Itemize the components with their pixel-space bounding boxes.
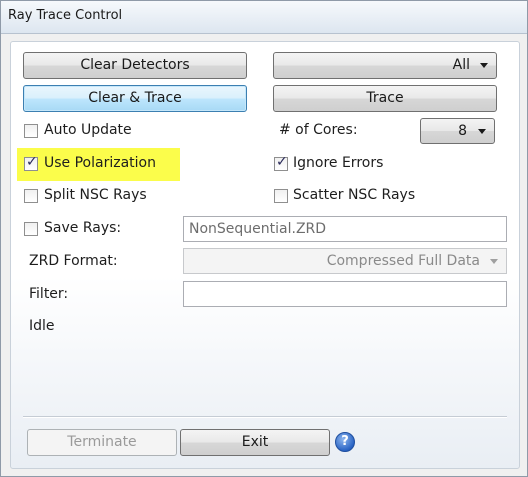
check-icon: ✓ <box>26 154 38 170</box>
cores-label: # of Cores: <box>279 122 358 138</box>
split-nsc-rays-checkbox[interactable] <box>24 189 38 203</box>
zrd-format-value: Compressed Full Data <box>326 253 480 269</box>
title-bar[interactable]: Ray Trace Control <box>1 1 527 34</box>
detector-select-value: All <box>452 57 470 73</box>
zrd-format-label: ZRD Format: <box>29 253 118 269</box>
auto-update-checkbox[interactable] <box>24 124 38 138</box>
save-rays-filename-input[interactable]: NonSequential.ZRD <box>183 216 507 242</box>
check-icon: ✓ <box>276 154 288 170</box>
detector-select-dropdown[interactable]: All <box>273 52 497 79</box>
cores-value: 8 <box>458 123 467 139</box>
ray-trace-control-window: Ray Trace Control Clear Detectors All Cl… <box>0 0 528 477</box>
footer-separator <box>23 416 507 418</box>
trace-button[interactable]: Trace <box>273 85 497 112</box>
zrd-format-dropdown[interactable]: Compressed Full Data <box>183 248 507 274</box>
chevron-down-icon <box>480 63 488 68</box>
ignore-errors-checkbox[interactable]: ✓ <box>274 154 288 171</box>
scatter-nsc-rays-label: Scatter NSC Rays <box>293 187 416 203</box>
cores-dropdown[interactable]: 8 <box>420 118 495 144</box>
window-title: Ray Trace Control <box>8 8 123 23</box>
save-rays-label: Save Rays: <box>44 220 122 236</box>
terminate-button[interactable]: Terminate <box>27 429 177 456</box>
split-nsc-rays-label: Split NSC Rays <box>44 187 147 203</box>
ignore-errors-label: Ignore Errors <box>293 155 384 171</box>
auto-update-label: Auto Update <box>44 122 132 138</box>
scatter-nsc-rays-checkbox[interactable] <box>274 189 288 203</box>
filter-input[interactable] <box>183 281 507 307</box>
save-rays-checkbox[interactable] <box>24 222 38 236</box>
clear-detectors-button[interactable]: Clear Detectors <box>23 52 247 79</box>
use-polarization-checkbox[interactable]: ✓ <box>24 154 38 171</box>
exit-button[interactable]: Exit <box>180 429 330 456</box>
clear-and-trace-button[interactable]: Clear & Trace <box>23 85 247 112</box>
status-text: Idle <box>29 318 55 334</box>
chevron-down-icon <box>490 259 498 264</box>
filter-label: Filter: <box>29 286 69 302</box>
chevron-down-icon <box>478 129 486 134</box>
help-icon[interactable]: ? <box>335 432 355 452</box>
use-polarization-label: Use Polarization <box>44 155 156 171</box>
